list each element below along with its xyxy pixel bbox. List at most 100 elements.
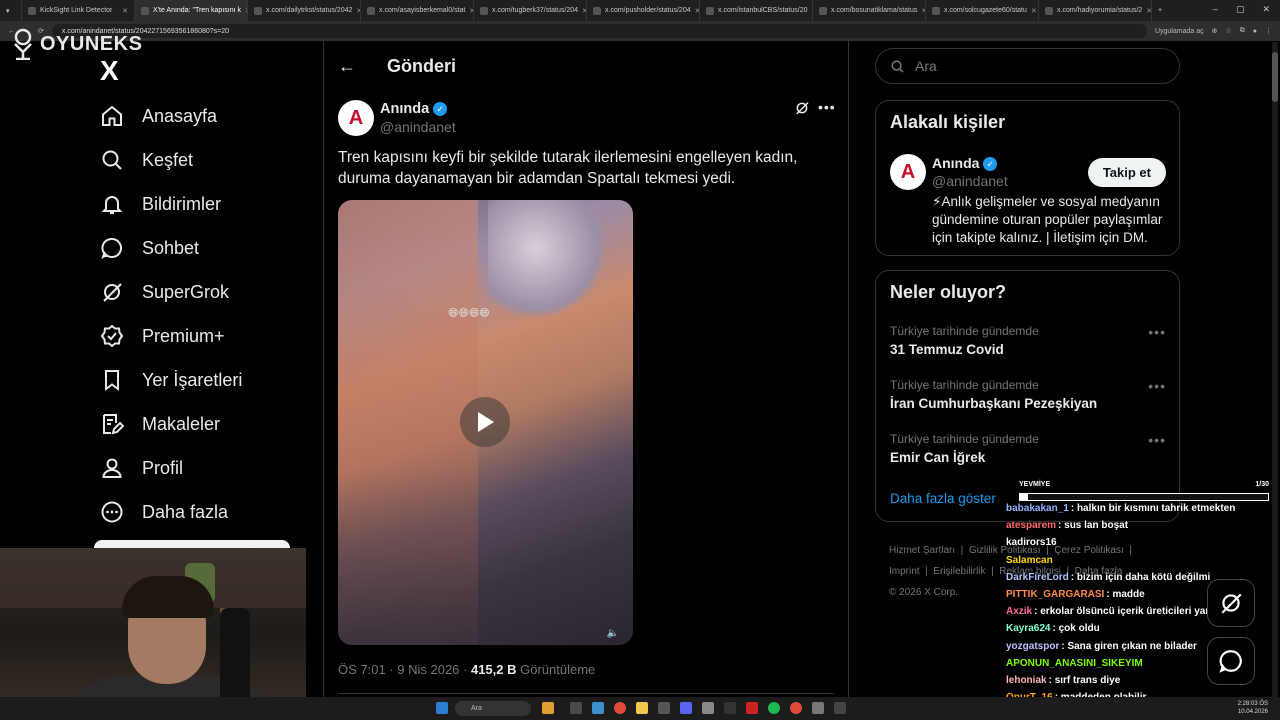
star-icon[interactable]: ☆	[1225, 27, 1231, 35]
streamer-brand-logo: OYUNEKS	[10, 28, 142, 60]
app-icon[interactable]	[724, 702, 736, 714]
chat-username[interactable]: Axzik	[1006, 606, 1032, 617]
search-input[interactable]: Ara	[915, 58, 937, 74]
trend-more-icon[interactable]: •••	[1148, 324, 1166, 340]
follow-button[interactable]: Takip et	[1087, 158, 1166, 187]
author-name-row[interactable]: Anında ✓	[380, 101, 448, 117]
app-icon[interactable]	[570, 702, 582, 714]
back-arrow-icon[interactable]: ←	[338, 56, 356, 77]
url-input[interactable]: x.com/anindanet/status/20422715693561860…	[51, 24, 1147, 38]
grok-icon	[103, 283, 122, 302]
chrome-icon[interactable]	[614, 702, 626, 714]
tab-menu-button[interactable]: ▾	[0, 0, 22, 21]
nav-item-notifications[interactable]: Bildirimler	[100, 184, 221, 224]
chat-username[interactable]: APONUN_ANASINI_SIKEYIM	[1006, 658, 1143, 669]
chat-username[interactable]: yozgatspor	[1006, 641, 1059, 652]
browser-tab[interactable]: x.com/asayisberkemal0/stat✕	[361, 0, 474, 21]
trend-more-icon[interactable]: •••	[1148, 378, 1166, 394]
browser-tab[interactable]: x.com/istanbulCBS/status/20✕	[700, 0, 813, 21]
author-avatar[interactable]: A	[338, 100, 374, 136]
zoom-icon[interactable]: ⊕	[1212, 27, 1218, 35]
trend-more-icon[interactable]: •••	[1148, 432, 1166, 448]
grok-icon	[1221, 593, 1242, 614]
folder-icon[interactable]	[636, 702, 648, 714]
grok-fab-button[interactable]	[1207, 579, 1255, 627]
app-icon[interactable]	[702, 702, 714, 714]
chat-username[interactable]: lehoniak	[1006, 675, 1047, 686]
play-button[interactable]	[460, 397, 510, 447]
maximize-icon[interactable]: ▢	[1236, 4, 1245, 15]
browser-tab-active[interactable]: X'te Anında: "Tren kapısını k✕	[135, 0, 248, 21]
browser-tab[interactable]: x.com/dailytrkst/status/2042✕	[248, 0, 361, 21]
minimize-icon[interactable]: –	[1213, 4, 1218, 15]
person-icon	[102, 458, 122, 478]
nav-item-more[interactable]: Daha fazla	[100, 492, 228, 532]
nav-item-profile[interactable]: Profil	[100, 448, 183, 488]
app-icon[interactable]	[592, 702, 604, 714]
chat-username[interactable]: Kayra624	[1006, 623, 1050, 634]
chat-username[interactable]: DarkFireLord	[1006, 572, 1069, 583]
nav-item-supergrok[interactable]: SuperGrok	[100, 272, 229, 312]
windows-start-icon[interactable]	[436, 702, 448, 714]
home-icon	[102, 105, 122, 126]
app-icon[interactable]	[746, 702, 758, 714]
search-box[interactable]: Ara	[875, 48, 1180, 84]
chat-username[interactable]: Salamcan	[1006, 555, 1053, 566]
chat-text: sırf trans diye	[1054, 675, 1121, 687]
close-icon[interactable]: ✕	[1031, 7, 1037, 15]
messages-fab-button[interactable]	[1207, 637, 1255, 685]
scrollbar-thumb[interactable]	[1272, 52, 1278, 102]
extensions-icon[interactable]: ⧉	[1240, 27, 1245, 35]
app-icon[interactable]	[812, 702, 824, 714]
app-icon[interactable]	[542, 702, 554, 714]
new-tab-button[interactable]: +	[1152, 0, 1172, 21]
chrome-icon[interactable]	[790, 702, 802, 714]
close-icon[interactable]: ✕	[122, 7, 128, 15]
post-more-icon[interactable]: •••	[818, 99, 836, 115]
nav-item-articles[interactable]: Makaleler	[100, 404, 220, 444]
app-icon[interactable]	[834, 702, 846, 714]
address-bar: ← → ⟳ x.com/anindanet/status/20422715693…	[0, 21, 1280, 41]
chat-username[interactable]: kadirors16	[1006, 537, 1057, 548]
spotify-icon[interactable]	[768, 702, 780, 714]
menu-icon[interactable]: ⋮	[1265, 27, 1272, 35]
volume-icon[interactable]: 🔈	[607, 628, 619, 639]
scrollbar[interactable]	[1272, 42, 1278, 697]
related-handle[interactable]: @anindanet	[932, 173, 1008, 189]
browser-tab[interactable]: x.com/solcugazete60/statu ✕	[926, 0, 1039, 21]
related-name-row[interactable]: Anında ✓	[932, 155, 998, 172]
post-text: Tren kapısını keyfi bir şekilde tutarak …	[338, 149, 798, 187]
nav-item-home[interactable]: Anasayfa	[100, 96, 217, 136]
trend-item[interactable]: Türkiye tarihinde gündemde Emir Can İğre…	[890, 432, 1166, 465]
post-button-partial[interactable]	[94, 540, 290, 548]
trend-item[interactable]: Türkiye tarihinde gündemde İran Cumhurba…	[890, 378, 1166, 411]
nav-item-explore[interactable]: Keşfet	[100, 140, 193, 180]
show-more-link[interactable]: Daha fazla göster	[890, 491, 996, 506]
open-in-app-button[interactable]: Uygulamada aç	[1155, 28, 1204, 35]
discord-icon[interactable]	[680, 702, 692, 714]
trend-item[interactable]: Türkiye tarihinde gündemde 31 Temmuz Cov…	[890, 324, 1166, 357]
verified-check-icon: ✓	[433, 102, 448, 117]
streamer-webcam	[0, 548, 306, 720]
nav-item-bookmarks[interactable]: Yer İşaretleri	[100, 360, 242, 400]
grok-post-icon[interactable]	[794, 100, 810, 121]
chat-username[interactable]: atesparem	[1006, 520, 1056, 531]
x-logo[interactable]: X	[100, 55, 119, 87]
app-icon[interactable]	[658, 702, 670, 714]
profile-icon[interactable]: ●	[1253, 28, 1257, 35]
browser-tab[interactable]: KickSight Link Detector ✕	[22, 0, 135, 21]
author-handle[interactable]: @anindanet	[380, 119, 456, 135]
browser-tab[interactable]: x.com/pusholder/status/204 ✕	[587, 0, 700, 21]
browser-tab[interactable]: x.com/tugberk37/status/204✕	[474, 0, 587, 21]
nav-item-premium[interactable]: Premium+	[100, 316, 225, 356]
nav-item-chat[interactable]: Sohbet	[100, 228, 199, 268]
close-window-icon[interactable]: ✕	[1262, 4, 1270, 15]
chat-username[interactable]: PITTIK_GARGARASI	[1006, 589, 1104, 600]
chat-username[interactable]: babakakan_1	[1006, 503, 1069, 514]
related-avatar[interactable]: A	[890, 154, 926, 190]
taskbar-clock[interactable]: 2:28:03 ÖS 10.04.2026	[1238, 700, 1268, 716]
browser-tab[interactable]: x.com/bosunatiklama/status✕	[813, 0, 926, 21]
chat-message: babakakan_1: halkın bir kısmını tahrik e…	[1006, 503, 1236, 514]
taskbar-search[interactable]: Ara	[455, 701, 531, 716]
browser-tab[interactable]: x.com/hadiyorumia/status/2 ✕	[1039, 0, 1152, 21]
